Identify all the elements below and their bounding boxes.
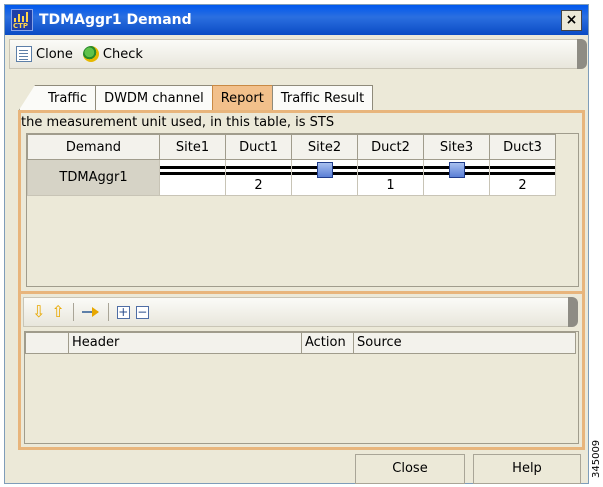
col-header-duct3[interactable]: Duct3	[489, 134, 556, 160]
col-header-source[interactable]: Source	[354, 332, 576, 354]
tab-bar: Traffic DWDM channel Report Traffic Resu…	[19, 85, 374, 110]
ctp-app-icon: CTP	[11, 9, 33, 31]
duct3-cell[interactable]: 2	[489, 159, 556, 196]
report-section: the measurement unit used, in this table…	[21, 113, 582, 295]
col-header-duct2[interactable]: Duct2	[357, 134, 424, 160]
toolbar-separator	[107, 303, 109, 321]
table-row[interactable]: TDMAggr1 2 1 2	[27, 159, 556, 196]
panel-splitter[interactable]	[21, 291, 582, 294]
header-toolbar: ⇩ ⇧ + −	[23, 297, 578, 327]
toolbar-grip[interactable]	[568, 297, 578, 327]
report-panel: the measurement unit used, in this table…	[18, 110, 585, 450]
col-header-header[interactable]: Header	[69, 332, 302, 354]
site1-cell[interactable]	[159, 159, 226, 196]
tab-traffic[interactable]: Traffic	[19, 85, 97, 110]
collapse-icon[interactable]: −	[135, 305, 149, 319]
clone-label: Clone	[36, 46, 73, 62]
clone-icon	[16, 46, 32, 62]
clone-button[interactable]: Clone	[16, 46, 73, 62]
col-header-blank[interactable]	[25, 332, 69, 354]
col-header-site3[interactable]: Site3	[423, 134, 490, 160]
tab-traffic-result[interactable]: Traffic Result	[271, 85, 374, 110]
header-section: ⇩ ⇧ + − Header Action Source	[21, 295, 582, 448]
col-header-action[interactable]: Action	[302, 332, 354, 354]
toolbar-separator	[72, 303, 74, 321]
site2-cell[interactable]	[291, 159, 358, 196]
site3-cell[interactable]	[423, 159, 490, 196]
duct1-cell[interactable]: 2	[225, 159, 292, 196]
tab-dwdm-channel[interactable]: DWDM channel	[95, 85, 213, 110]
site3-node-icon[interactable]	[448, 162, 465, 178]
help-button[interactable]: Help	[473, 454, 581, 484]
demand-cell[interactable]: TDMAggr1	[27, 159, 160, 196]
tab-report[interactable]: Report	[211, 85, 273, 110]
check-icon	[82, 46, 99, 62]
col-header-demand[interactable]: Demand	[27, 134, 160, 160]
unit-label: the measurement unit used, in this table…	[21, 115, 335, 130]
duct3-value: 2	[518, 178, 527, 193]
report-table: Demand Site1 Duct1 Site2 Duct2 Site3 Duc…	[27, 134, 556, 196]
ctp-icon-text: CTP	[13, 22, 29, 30]
footer-bar: Close Help	[5, 454, 588, 484]
check-label: Check	[102, 46, 143, 62]
site2-node-icon[interactable]	[316, 162, 333, 178]
figure-code: 345009	[591, 439, 602, 478]
arrow-down-icon[interactable]: ⇩	[32, 304, 45, 320]
col-header-site2[interactable]: Site2	[291, 134, 358, 160]
window-title: TDMAggr1 Demand	[39, 12, 192, 28]
list-header-row: Header Action Source	[25, 332, 578, 354]
arrow-up-icon[interactable]: ⇧	[51, 304, 64, 320]
dialog-window: CTP TDMAggr1 Demand × Clone Check Traffi…	[4, 4, 589, 484]
expand-icon[interactable]: +	[116, 305, 130, 319]
close-button[interactable]: Close	[355, 454, 465, 484]
close-icon[interactable]: ×	[561, 10, 582, 31]
table-header-row: Demand Site1 Duct1 Site2 Duct2 Site3 Duc…	[27, 134, 556, 160]
move-icon[interactable]	[81, 304, 100, 320]
main-toolbar: Clone Check	[9, 39, 587, 69]
toolbar-grip[interactable]	[577, 39, 587, 69]
check-button[interactable]: Check	[82, 46, 143, 62]
title-bar[interactable]: CTP TDMAggr1 Demand ×	[5, 5, 588, 35]
report-grid: Demand Site1 Duct1 Site2 Duct2 Site3 Duc…	[26, 133, 579, 287]
duct1-value: 2	[254, 178, 263, 193]
header-list: Header Action Source	[24, 331, 579, 444]
duct2-value: 1	[386, 178, 395, 193]
col-header-duct1[interactable]: Duct1	[225, 134, 292, 160]
duct2-cell[interactable]: 1	[357, 159, 424, 196]
col-header-site1[interactable]: Site1	[159, 134, 226, 160]
